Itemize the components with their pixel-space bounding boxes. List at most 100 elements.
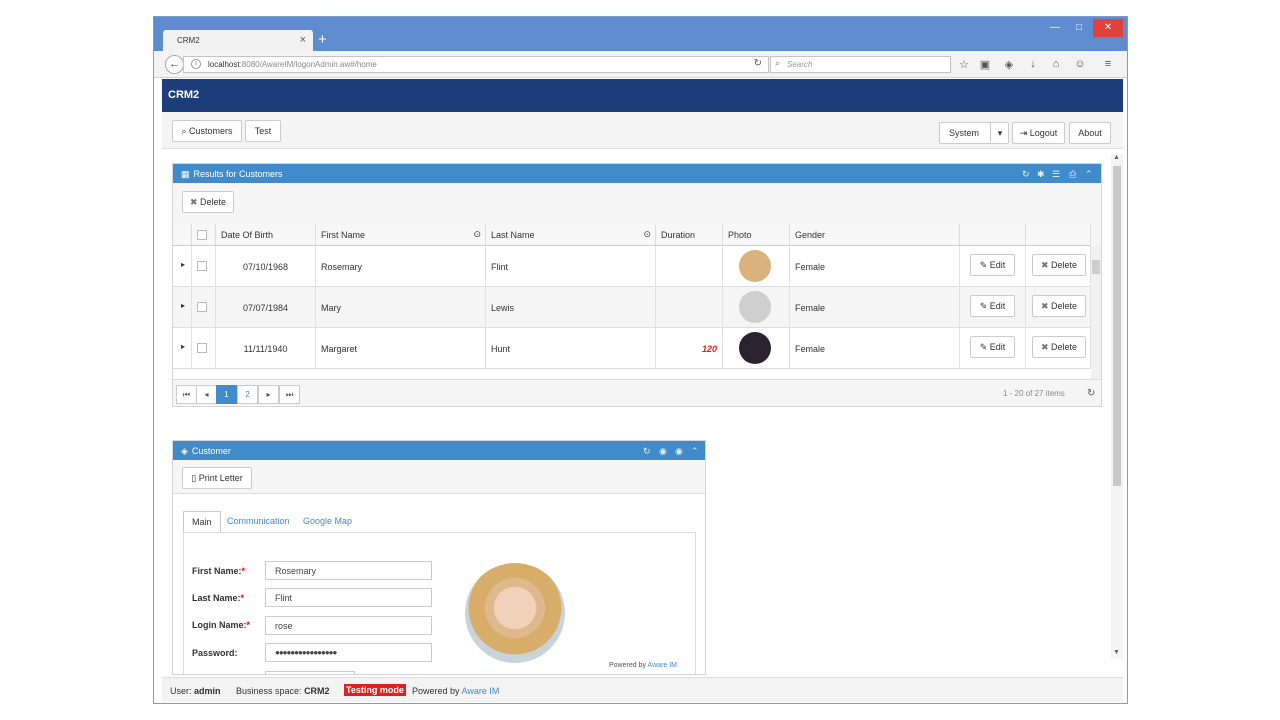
delete-selected-button[interactable]: ✖ Delete [182,191,234,213]
logout-button[interactable]: ⇥ Logout [1012,122,1065,144]
grid-scrollbar-thumb[interactable] [1092,260,1100,274]
col-header-photo[interactable]: Photo [723,224,790,246]
browser-window: CRM2 × + — □ ✕ ← i localhost:8080/AwareI… [153,16,1128,704]
home-icon[interactable]: ⌂ [1049,58,1063,70]
last-name-label: Last Name:* [192,593,244,603]
row-checkbox[interactable] [197,302,207,312]
password-field[interactable]: ●●●●●●●●●●●●●●●● [265,643,432,662]
tab-google-map[interactable]: Google Map [295,511,360,533]
page-scrollbar[interactable]: ▲ ▼ [1111,154,1123,659]
col-header-duration[interactable]: Duration [656,224,723,246]
col-header-first-name[interactable]: First Name ⊙ [316,224,486,246]
last-name-field[interactable]: Flint [265,588,432,607]
filter-icon[interactable]: ⊙ [643,229,651,240]
pager-refresh-icon[interactable]: ↻ [1087,388,1095,399]
status-aware-im-link[interactable]: Aware IM [462,686,500,696]
forward-icon[interactable]: ◉ [675,446,683,457]
expand-cell[interactable]: ▸ [173,287,192,328]
maximize-icon[interactable]: □ [1067,19,1091,37]
menu-icon[interactable]: ≡ [1101,58,1115,70]
col-header-dob[interactable]: Date Of Birth [216,224,316,246]
scroll-down-icon[interactable]: ▼ [1113,649,1120,656]
grid-scrollbar[interactable] [1091,246,1101,379]
window-close-icon[interactable]: ✕ [1093,19,1123,37]
required-mark: * [246,620,251,630]
reload-icon[interactable]: ↻ [754,58,762,69]
print-letter-button[interactable]: ▯ Print Letter [182,467,252,489]
address-bar[interactable]: i localhost:8080/AwareIM/logonAdmin.aw#/… [183,56,769,73]
table-row[interactable]: ▸ 07/07/1984 Mary Lewis Female ✎ Edit ✖ Delete [173,287,1091,328]
next-icon[interactable]: ◉ [659,446,667,457]
test-button[interactable]: Test [245,120,281,142]
page-1-button[interactable]: 1 [216,385,237,404]
collapse-icon[interactable]: ⌃ [691,446,699,457]
scroll-up-icon[interactable]: ▲ [1113,154,1120,161]
app-toolbar: ⌕ Customers Test System ▾ ⇥ Logout About [162,112,1123,149]
system-dropdown[interactable]: System ▾ [939,122,1009,144]
edit-button[interactable]: ✎ Edit [970,336,1015,358]
user-value: admin [194,686,221,696]
next-page-button[interactable]: ▸ [258,385,279,404]
last-page-button[interactable]: ⏭ [279,385,300,404]
table-row[interactable]: ▸ 11/11/1940 Margaret Hunt 120 Female ✎ Edit ✖ … [173,328,1091,369]
table-row[interactable]: ▸ 07/10/1968 Rosemary Flint Female ✎ Edit ✖ De… [173,246,1091,287]
login-name-field[interactable]: rose [265,616,432,635]
avatar [739,332,771,364]
clipboard-icon[interactable]: ▣ [978,58,992,71]
tab-communication[interactable]: Communication [219,511,298,533]
page-scrollbar-thumb[interactable] [1113,166,1121,486]
minimize-icon[interactable]: — [1043,19,1067,37]
status-bar: User: admin Business space: CRM2 Testing… [162,677,1123,702]
expand-icon[interactable]: ▸ [181,301,185,310]
select-all-checkbox[interactable] [197,230,207,240]
row-checkbox[interactable] [197,261,207,271]
browser-tab[interactable]: CRM2 × [163,30,313,51]
expand-cell[interactable]: ▸ [173,328,192,369]
gender-cell: Female [790,287,960,328]
download-icon[interactable]: ↓ [1026,58,1040,70]
new-tab-button[interactable]: + [318,31,327,48]
smiley-icon[interactable]: ☺ [1073,58,1087,70]
edit-button[interactable]: ✎ Edit [970,254,1015,276]
col-header-gender[interactable]: Gender [790,224,960,246]
tab-main[interactable]: Main [183,511,221,533]
delete-button[interactable]: ✖ Delete [1032,336,1086,358]
gear-icon[interactable]: ✱ [1037,169,1045,180]
info-icon[interactable]: i [191,59,201,69]
partial-field[interactable] [265,671,355,674]
delete-cell: ✖ Delete [1026,328,1091,369]
print-icon[interactable]: ⎙ [1069,169,1076,180]
system-label: System [949,128,980,138]
edit-label: Edit [989,342,1006,352]
delete-button[interactable]: ✖ Delete [1032,254,1086,276]
customer-panel: ◈ Customer ↻ ◉ ◉ ⌃ ▯ Print Letter Main Co… [172,440,706,675]
about-button[interactable]: About [1069,122,1111,144]
prev-page-button[interactable]: ◂ [196,385,217,404]
page-2-button[interactable]: 2 [237,385,258,404]
customer-toolbar: ▯ Print Letter [173,460,705,494]
expand-icon[interactable]: ▸ [181,260,185,269]
aware-im-link[interactable]: Aware IM [648,662,677,669]
customers-button[interactable]: ⌕ Customers [172,120,242,142]
duration-cell [656,246,723,287]
expand-cell[interactable]: ▸ [173,246,192,287]
tab-close-icon[interactable]: × [300,34,306,46]
required-mark: * [240,593,245,603]
expand-icon[interactable]: ▸ [181,342,185,351]
first-page-button[interactable]: ⏮ [176,385,197,404]
edit-button[interactable]: ✎ Edit [970,295,1015,317]
refresh-icon[interactable]: ↻ [1022,169,1030,180]
bookmark-star-icon[interactable]: ☆ [957,58,971,71]
first-name-field[interactable]: Rosemary [265,561,432,580]
row-checkbox[interactable] [197,343,207,353]
browser-search-input[interactable]: ⌕ Search [770,56,951,73]
last-name-label-text: Last Name: [192,593,241,603]
columns-icon[interactable]: ☰ [1052,169,1060,180]
filter-icon[interactable]: ⊙ [473,229,481,240]
col-header-last-name[interactable]: Last Name ⊙ [486,224,656,246]
delete-button[interactable]: ✖ Delete [1032,295,1086,317]
collapse-icon[interactable]: ⌃ [1085,169,1093,180]
back-button[interactable]: ← [165,55,184,74]
pocket-icon[interactable]: ◈ [1002,58,1016,71]
refresh-icon[interactable]: ↻ [643,446,651,457]
